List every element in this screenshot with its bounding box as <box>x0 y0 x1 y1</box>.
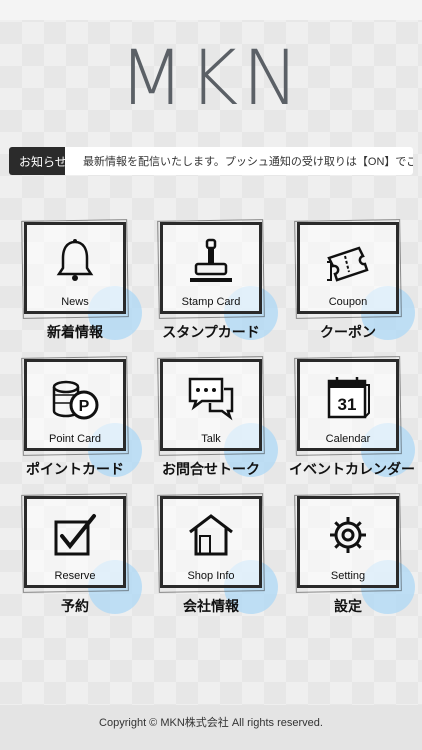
tile-en-label: Calendar <box>325 433 371 445</box>
tile-en-label: News <box>61 296 89 308</box>
app-logo: MKN <box>118 33 304 122</box>
menu-tile-talk[interactable]: Talk お問合せトーク <box>160 359 290 489</box>
tile-en-label: Point Card <box>49 433 101 445</box>
tile-en-label: Talk <box>201 433 221 445</box>
tile-en-label: Setting <box>330 570 366 582</box>
ticket-icon <box>327 246 369 282</box>
coins-icon: P <box>52 380 99 420</box>
tile-en-label: Stamp Card <box>181 296 241 308</box>
house-icon <box>189 514 233 556</box>
tile-en-label: Shop Info <box>187 570 235 582</box>
tile-jp-label: お問合せトーク <box>162 461 260 477</box>
tile-en-label: Reserve <box>54 570 96 582</box>
status-bar <box>0 0 422 20</box>
calendar-day-text: 31 <box>338 395 357 414</box>
menu-tile-reserve[interactable]: Reserve 予約 <box>24 496 154 626</box>
calendar-icon: 31 <box>327 377 370 419</box>
news-text: 最新情報を配信いたします。プッシュ通知の受け取りは【ON】でご設定 <box>83 156 413 168</box>
copyright-text: Copyright © MKN株式会社 All rights reserved. <box>99 717 323 729</box>
news-ticker[interactable]: お知らせ 最新情報を配信いたします。プッシュ通知の受け取りは【ON】でご設定 <box>9 147 413 175</box>
tile-jp-label: スタンプカード <box>162 324 260 340</box>
gear-icon <box>330 517 366 553</box>
tile-jp-label: 会社情報 <box>183 598 239 614</box>
tile-en-label: Coupon <box>328 296 368 308</box>
menu-tile-shop-info[interactable]: Shop Info 会社情報 <box>160 496 290 626</box>
bell-icon <box>56 239 94 281</box>
menu-tile-stamp-card[interactable]: Stamp Card スタンプカード <box>160 222 290 352</box>
tile-jp-label: クーポン <box>320 324 376 340</box>
menu-tile-coupon[interactable]: Coupon クーポン <box>297 222 422 352</box>
tile-jp-label: ポイントカード <box>26 461 124 477</box>
tile-jp-label: 新着情報 <box>47 324 103 340</box>
stamp-icon <box>190 238 232 282</box>
footer: Copyright © MKN株式会社 All rights reserved. <box>0 705 422 750</box>
news-label: お知らせ <box>9 147 67 175</box>
checkbox-icon <box>54 514 96 556</box>
chat-icon <box>188 377 234 421</box>
menu-tile-news[interactable]: News 新着情報 <box>24 222 154 352</box>
svg-text:P: P <box>79 398 90 415</box>
tile-jp-label: 設定 <box>334 598 362 614</box>
menu-tile-setting[interactable]: Setting 設定 <box>297 496 422 626</box>
tile-jp-label: 予約 <box>61 598 89 614</box>
tile-jp-label: イベントカレンダー <box>289 461 415 477</box>
menu-tile-calendar[interactable]: 31 Calendar イベントカレンダー <box>289 359 422 489</box>
menu-tile-point-card[interactable]: P Point Card ポイントカード <box>24 359 154 489</box>
